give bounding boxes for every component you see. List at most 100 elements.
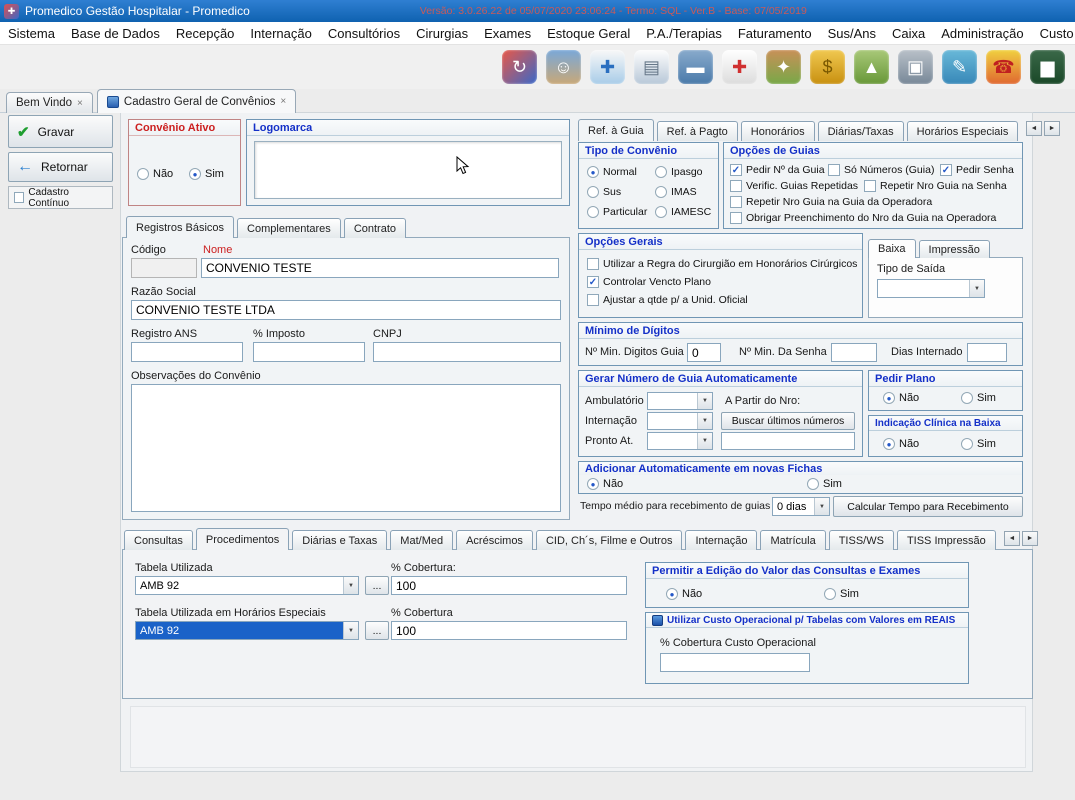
checkbox-ajustar-qtde-unid-oficial[interactable]: Ajustar a qtde p/ a Unid. Oficial <box>587 294 748 306</box>
radio-imas[interactable]: IMAS <box>655 186 697 198</box>
chevron-down-icon[interactable]: ▼ <box>697 393 712 409</box>
close-icon[interactable]: × <box>77 98 83 109</box>
menu-cirurgias[interactable]: Cirurgias <box>408 23 476 44</box>
checkbox-controlar-vencto-plano[interactable]: ✓ Controlar Vencto Plano <box>587 276 711 288</box>
radio-permitir-sim[interactable]: Sim <box>824 588 859 600</box>
manual-icon[interactable]: ▆ <box>1030 50 1065 84</box>
tab-impressao[interactable]: Impressão <box>919 240 990 258</box>
chevron-down-icon[interactable]: ▼ <box>814 498 829 515</box>
observacoes-field[interactable] <box>131 384 561 512</box>
menu-sus-ans[interactable]: Sus/Ans <box>820 23 884 44</box>
chevron-down-icon[interactable]: ▼ <box>343 577 358 594</box>
chevron-down-icon[interactable]: ▼ <box>697 413 712 429</box>
codigo-field[interactable] <box>131 258 197 278</box>
chevron-down-icon[interactable]: ▼ <box>343 622 358 639</box>
safe-icon[interactable]: ▣ <box>898 50 933 84</box>
tab-honorarios[interactable]: Honorários <box>741 121 815 141</box>
cobertura-field[interactable] <box>391 576 627 595</box>
custo-operacional-icon[interactable] <box>652 615 663 626</box>
tab-cadastro-geral-convenios[interactable]: Cadastro Geral de Convênios × <box>97 89 296 113</box>
tab-cid-chs-filme-outros[interactable]: CID, Ch´s, Filme e Outros <box>536 530 683 550</box>
notes-icon[interactable]: ▤ <box>634 50 669 84</box>
tabela-utilizada-select[interactable]: AMB 92 ▼ <box>135 576 359 595</box>
min-senha-field[interactable] <box>831 343 877 362</box>
doctor-icon[interactable]: ✚ <box>590 50 625 84</box>
radio-iamesc[interactable]: IAMESC <box>655 206 711 218</box>
titlebar[interactable]: ✚ Promedico Gestão Hospitalar - Promedic… <box>0 0 1075 22</box>
radio-pedir-plano-nao[interactable]: ● Não <box>883 392 919 404</box>
tab-baixa[interactable]: Baixa <box>868 239 916 258</box>
tab-matricula[interactable]: Matrícula <box>760 530 825 550</box>
tab-procedimentos[interactable]: Procedimentos <box>196 528 289 550</box>
tab-bem-vindo[interactable]: Bem Vindo × <box>6 92 93 113</box>
cadastro-continuo-checkbox[interactable]: Cadastro Contínuo <box>8 186 113 209</box>
radio-convenio-sim[interactable]: ● Sim <box>189 168 224 180</box>
cobertura-custo-field[interactable] <box>660 653 810 672</box>
menu-caixa[interactable]: Caixa <box>884 23 933 44</box>
radio-permitir-nao[interactable]: ● Não <box>666 588 702 600</box>
checkbox-repetir-nro-guia-senha[interactable]: Repetir Nro Guia na Senha <box>864 180 1007 192</box>
dias-internado-field[interactable] <box>967 343 1007 362</box>
tab-tiss-ws[interactable]: TISS/WS <box>829 530 894 550</box>
radio-convenio-nao[interactable]: Não <box>137 168 173 180</box>
radio-sus[interactable]: Sus <box>587 186 621 198</box>
close-icon[interactable]: × <box>280 96 286 107</box>
radio-ipasgo[interactable]: Ipasgo <box>655 166 703 178</box>
tab-consultas[interactable]: Consultas <box>124 530 193 550</box>
buscar-ultimos-numeros-button[interactable]: Buscar últimos números <box>721 412 855 430</box>
checkbox-pedir-senha[interactable]: ✓ Pedir Senha <box>940 164 1014 176</box>
bottom-tab-scroll-left-button[interactable]: ◄ <box>1004 531 1020 546</box>
menu-faturamento[interactable]: Faturamento <box>730 23 820 44</box>
menu-pa-terapias[interactable]: P.A./Terapias <box>638 23 730 44</box>
menu-base-de-dados[interactable]: Base de Dados <box>63 23 168 44</box>
tab-ref-a-pagto[interactable]: Ref. à Pagto <box>657 121 738 141</box>
checkbox-regra-cirurgiao[interactable]: Utilizar a Regra do Cirurgião em Honorár… <box>587 258 857 270</box>
chevron-down-icon[interactable]: ▼ <box>697 433 712 449</box>
imposto-field[interactable] <box>253 342 365 362</box>
calcular-tempo-button[interactable]: Calcular Tempo para Recebimento <box>833 496 1023 517</box>
tab-diarias-taxas[interactable]: Diárias/Taxas <box>818 121 904 141</box>
billing-icon[interactable]: $ <box>810 50 845 84</box>
tab-horarios-especiais[interactable]: Horários Especiais <box>907 121 1019 141</box>
tab-acrescimos[interactable]: Acréscimos <box>456 530 533 550</box>
radio-pedir-plano-sim[interactable]: Sim <box>961 392 996 404</box>
tab-scroll-right-button[interactable]: ► <box>1044 121 1060 136</box>
checkbox-obrigar-preenchimento-nro-guia[interactable]: Obrigar Preenchimento do Nro da Guia na … <box>730 212 996 224</box>
tempo-medio-select[interactable]: 0 dias ▼ <box>772 497 830 516</box>
logomarca-image-area[interactable] <box>254 141 562 199</box>
ambulance-icon[interactable]: ✚ <box>722 50 757 84</box>
gravar-button[interactable]: ✔ Gravar <box>8 115 113 148</box>
logistics-icon[interactable]: ▲ <box>854 50 889 84</box>
checkbox-so-numeros-guia[interactable]: Só Números (Guia) <box>828 164 934 176</box>
checkbox-repetir-nro-guia-operadora[interactable]: Repetir Nro Guia na Guia da Operadora <box>730 196 932 208</box>
menu-recepcao[interactable]: Recepção <box>168 23 243 44</box>
bottom-tab-scroll-right-button[interactable]: ► <box>1022 531 1038 546</box>
menu-custo[interactable]: Custo <box>1032 23 1075 44</box>
tab-scroll-left-button[interactable]: ◄ <box>1026 121 1042 136</box>
supplies-icon[interactable]: ✦ <box>766 50 801 84</box>
radio-indicacao-nao[interactable]: ● Não <box>883 438 919 450</box>
tabela-browse-button[interactable]: ... <box>365 576 389 595</box>
tab-diarias-e-taxas[interactable]: Diárias e Taxas <box>292 530 387 550</box>
phone-icon[interactable]: ☎ <box>986 50 1021 84</box>
radio-normal[interactable]: ● Normal <box>587 166 637 178</box>
min-digitos-guia-field[interactable] <box>687 343 721 362</box>
razao-social-field[interactable] <box>131 300 561 320</box>
internacao-select[interactable]: ▼ <box>647 412 713 430</box>
tab-mat-med[interactable]: Mat/Med <box>390 530 453 550</box>
tab-internacao[interactable]: Internação <box>685 530 757 550</box>
menu-internacao[interactable]: Internação <box>242 23 319 44</box>
radio-indicacao-sim[interactable]: Sim <box>961 438 996 450</box>
tabela-esp-browse-button[interactable]: ... <box>365 621 389 640</box>
menu-consultorios[interactable]: Consultórios <box>320 23 408 44</box>
schedule-icon[interactable]: ✎ <box>942 50 977 84</box>
tipo-saida-select[interactable]: ▼ <box>877 279 985 298</box>
pronto-at-select[interactable]: ▼ <box>647 432 713 450</box>
cobertura-esp-field[interactable] <box>391 621 627 640</box>
patients-icon[interactable]: ☺ <box>546 50 581 84</box>
tab-registros-basicos[interactable]: Registros Básicos <box>126 216 234 238</box>
menu-sistema[interactable]: Sistema <box>0 23 63 44</box>
radio-adicionar-nao[interactable]: ● Não <box>587 478 623 490</box>
radio-adicionar-sim[interactable]: Sim <box>807 478 842 490</box>
hospital-bed-icon[interactable]: ▬ <box>678 50 713 84</box>
